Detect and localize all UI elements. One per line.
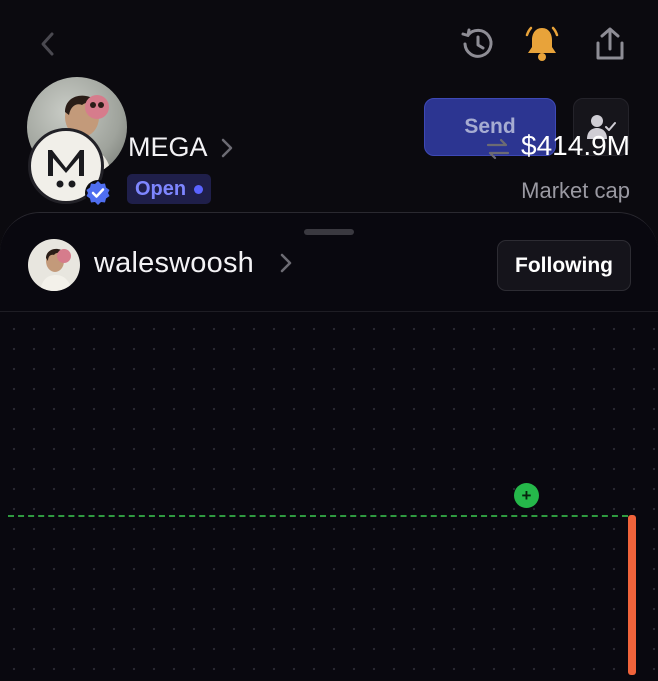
history-icon[interactable] bbox=[458, 24, 498, 64]
market-cap-value: $414.9M bbox=[521, 130, 630, 161]
status-badge: Open bbox=[127, 174, 212, 204]
chevron-right-icon[interactable] bbox=[279, 252, 293, 279]
buy-marker[interactable]: + bbox=[514, 483, 539, 508]
sheet-drag-handle[interactable] bbox=[304, 229, 354, 235]
token-name[interactable]: MEGA bbox=[128, 132, 208, 163]
divider bbox=[0, 311, 658, 312]
bell-icon[interactable] bbox=[522, 24, 562, 64]
status-dot bbox=[194, 184, 204, 194]
verified-badge-icon bbox=[84, 179, 112, 207]
share-icon[interactable] bbox=[590, 24, 630, 64]
following-button[interactable]: Following bbox=[497, 240, 631, 291]
token-sheet: waleswoosh Following + bbox=[0, 212, 658, 681]
price-chart[interactable]: + bbox=[0, 313, 658, 681]
price-line bbox=[8, 515, 628, 517]
market-cap-label: Market cap bbox=[521, 178, 630, 203]
mega-logo-icon bbox=[48, 150, 84, 188]
back-chevron-icon[interactable] bbox=[28, 24, 68, 64]
chevron-right-icon[interactable] bbox=[220, 137, 234, 164]
user-avatar[interactable] bbox=[28, 239, 80, 291]
swap-icon[interactable] bbox=[485, 136, 511, 167]
price-candle bbox=[628, 515, 636, 675]
status-label: Open bbox=[135, 177, 187, 200]
username[interactable]: waleswoosh bbox=[94, 247, 254, 280]
